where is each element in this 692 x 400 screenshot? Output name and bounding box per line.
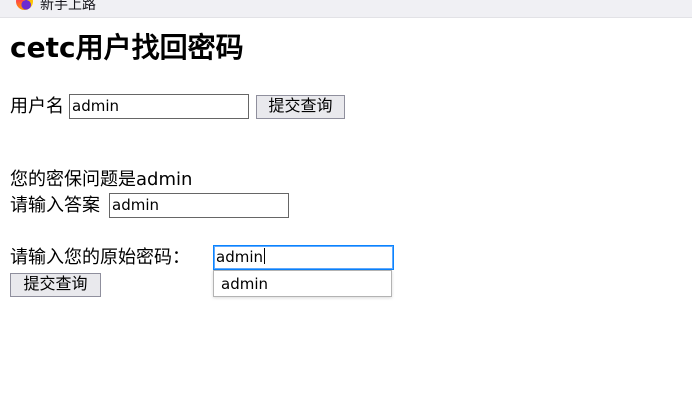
firefox-icon	[16, 0, 33, 10]
original-password-label: 请输入您的原始密码：	[10, 247, 190, 268]
submit-query-button-2[interactable]: 提交查询	[10, 273, 101, 297]
text-caret	[264, 248, 265, 264]
original-password-value: admin	[216, 248, 263, 266]
original-password-input[interactable]: admin	[213, 245, 394, 270]
username-input[interactable]: admin	[69, 94, 249, 119]
autocomplete-option[interactable]: admin	[221, 274, 268, 294]
browser-tab-bar: 新手上路	[0, 0, 692, 18]
answer-label: 请输入答案	[10, 195, 100, 216]
username-label: 用户名	[10, 96, 64, 117]
page-title: cetc用户找回密码	[10, 31, 244, 64]
answer-input[interactable]: admin	[109, 193, 289, 218]
submit-query-button[interactable]: 提交查询	[256, 95, 345, 119]
security-question-text: 您的密保问题是admin	[10, 169, 193, 190]
autocomplete-dropdown: admin	[213, 270, 392, 297]
tab-title[interactable]: 新手上路	[40, 0, 96, 14]
